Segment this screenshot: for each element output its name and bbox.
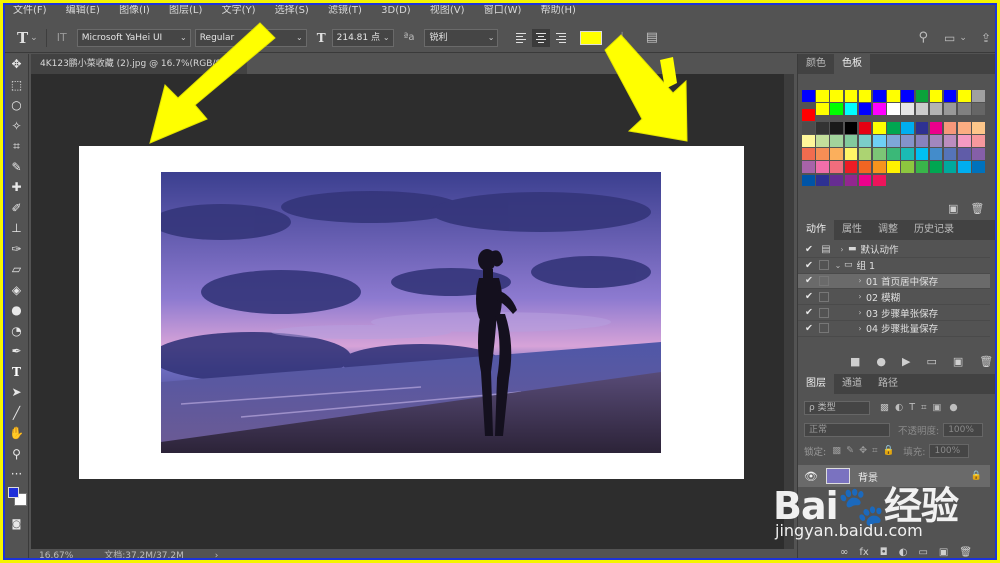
arrow-left-icon — [149, 22, 276, 144]
photoshop-window: 文件(F) 编辑(E) 图像(I) 图层(L) 文字(Y) 选择(S) 滤镜(T… — [3, 3, 997, 560]
foreground-color-swatch[interactable] — [8, 486, 19, 498]
watermark-url: jingyan.baidu.com — [775, 521, 923, 540]
arrow-right-icon — [604, 34, 688, 142]
baidu-jingyan-watermark: Bai🐾经验 jingyan.baidu.com — [773, 475, 973, 545]
